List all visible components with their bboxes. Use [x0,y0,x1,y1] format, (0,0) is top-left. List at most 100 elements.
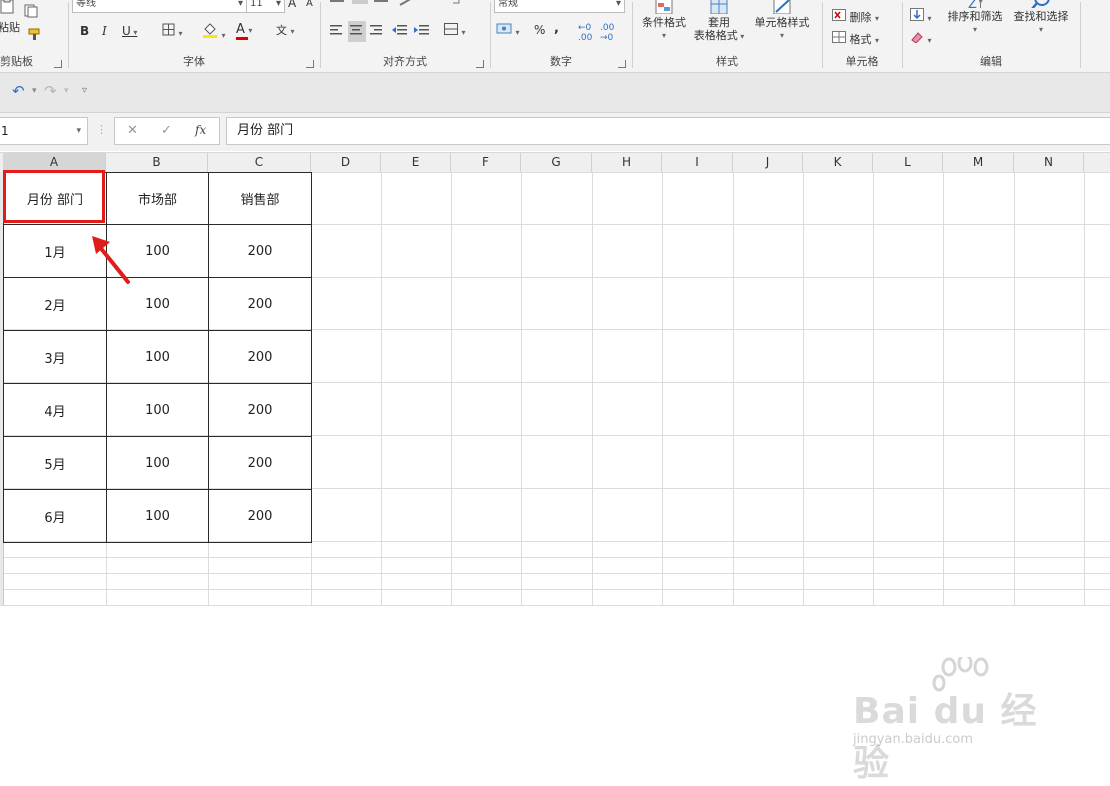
grow-font-button[interactable]: A [288,0,296,10]
percent-button[interactable]: % [534,23,545,37]
bold-button[interactable]: B [80,24,89,38]
number-format-select[interactable]: 常规 ▾ [494,0,625,13]
wrap-text-icon[interactable] [448,0,462,9]
formula-input[interactable]: 月份 部门 [226,117,1110,145]
column-header-m[interactable]: M [943,153,1014,172]
align-left-icon[interactable] [330,24,344,39]
table-row: 3月 100 200 [3,330,312,384]
search-icon [1031,0,1050,8]
delete-cells-button[interactable]: 删除 [832,9,879,25]
decrease-decimal-icon[interactable]: .00 →0 [600,23,614,43]
copy-icon[interactable] [24,4,42,21]
clipboard-launcher-icon[interactable] [54,60,62,68]
table-cell[interactable]: 3月 [3,330,107,384]
increase-decimal-icon[interactable]: ←0.00 [578,23,592,43]
data-table: 月份 部门 市场部 销售部 1月 100 200 2月 100 200 3月 100 200 4月 100… [3,172,312,543]
column-header-n[interactable]: N [1014,153,1084,172]
column-header-d[interactable]: D [311,153,381,172]
number-launcher-icon[interactable] [618,60,626,68]
clear-button[interactable] [910,31,932,46]
column-header-c[interactable]: C [208,153,311,172]
sort-filter-button[interactable]: Z 排序和筛选 ▾ [942,0,1008,36]
column-header-h[interactable]: H [592,153,662,172]
shrink-font-button[interactable]: A [306,0,313,9]
table-row: 5月 100 200 [3,436,312,490]
table-cell[interactable]: 6月 [3,489,107,543]
gridline-horizontal [0,557,1110,558]
table-cell[interactable]: 200 [208,383,312,437]
format-as-table-button[interactable]: 套用 表格格式 [688,0,750,43]
decrease-indent-icon[interactable] [392,24,408,39]
align-center-icon[interactable] [348,21,366,42]
table-cell[interactable]: 100 [106,383,209,437]
font-size-select[interactable]: 11 ▾ [246,0,285,13]
column-header-k[interactable]: K [803,153,873,172]
fill-button[interactable] [910,8,932,24]
comma-button[interactable]: , [554,21,559,36]
customize-toolbar-icon[interactable]: ▿ [82,85,87,96]
fill-bucket-icon [203,23,217,38]
name-box[interactable]: 1 ▾ [0,117,88,145]
column-header-b[interactable]: B [106,153,208,172]
paste-button[interactable]: 粘贴 [0,19,20,35]
gridline-horizontal [0,605,1110,606]
column-header-j[interactable]: J [733,153,803,172]
column-header-e[interactable]: E [381,153,451,172]
enter-icon[interactable]: ✓ [161,123,172,138]
font-color-letter: A [236,22,245,37]
find-select-button[interactable]: 查找和选择 ▾ [1008,0,1074,36]
table-cell[interactable]: 100 [106,489,209,543]
font-color-button[interactable]: A [236,22,252,40]
italic-button[interactable]: I [102,24,107,38]
font-launcher-icon[interactable] [306,60,314,68]
worksheet-grid[interactable]: 月份 部门 市场部 销售部 1月 100 200 2月 100 200 3月 100 200 4月 100… [0,170,1110,784]
redo-dropdown-icon[interactable]: ▾ [64,86,69,96]
undo-dropdown-icon[interactable]: ▾ [32,86,37,96]
format-cells-button[interactable]: 格式 [832,31,879,47]
fill-color-button[interactable] [202,22,226,41]
orientation-icon[interactable] [398,0,418,9]
conditional-format-button[interactable]: 条件格式 ▾ [636,0,692,42]
header-cell[interactable]: 销售部 [208,172,312,225]
format-painter-icon[interactable] [26,27,42,44]
phonetic-button[interactable]: 文 [276,22,295,38]
number-label: 数字 [550,55,572,68]
cancel-icon[interactable]: ✕ [127,123,138,138]
merge-center-button[interactable] [444,23,466,38]
table-cell[interactable]: 5月 [3,436,107,490]
top-align-icon[interactable] [330,0,390,9]
column-header-g[interactable]: G [521,153,592,172]
underline-button[interactable]: U [122,24,137,38]
border-button[interactable] [162,23,183,39]
sort-filter-label: 排序和筛选 [947,10,1003,23]
table-cell[interactable]: 200 [208,224,312,278]
undo-icon[interactable]: ↶ [12,82,25,100]
fill-down-icon [910,8,924,21]
chevron-down-icon: ▾ [615,0,621,9]
table-cell[interactable]: 200 [208,436,312,490]
insert-function-icon[interactable]: fx [195,123,206,137]
cell-styles-label: 单元格样式 [754,16,810,29]
align-right-icon[interactable] [370,24,384,39]
table-cell[interactable]: 200 [208,489,312,543]
table-cell[interactable]: 200 [208,330,312,384]
increase-indent-icon[interactable] [414,24,430,39]
paste-icon[interactable] [0,0,16,17]
font-name-value: 等线 [76,0,96,9]
header-cell[interactable]: 市场部 [106,172,209,225]
ribbon: 粘贴 剪贴板 等线 ▾ 11 ▾ A A B I U A [0,0,1110,73]
accounting-format-button[interactable] [496,23,520,38]
font-name-select[interactable]: 等线 ▾ [72,0,247,13]
column-header-l[interactable]: L [873,153,943,172]
more-icon: ⋮ [96,123,107,136]
chevron-down-icon: ▾ [237,0,243,9]
column-header-i[interactable]: I [662,153,733,172]
redo-icon[interactable]: ↷ [44,82,57,100]
table-cell[interactable]: 4月 [3,383,107,437]
table-cell[interactable]: 100 [106,436,209,490]
table-cell[interactable]: 200 [208,277,312,331]
alignment-launcher-icon[interactable] [476,60,484,68]
table-cell[interactable]: 100 [106,330,209,384]
cell-styles-button[interactable]: 单元格样式 ▾ [750,0,814,42]
column-header-f[interactable]: F [451,153,521,172]
